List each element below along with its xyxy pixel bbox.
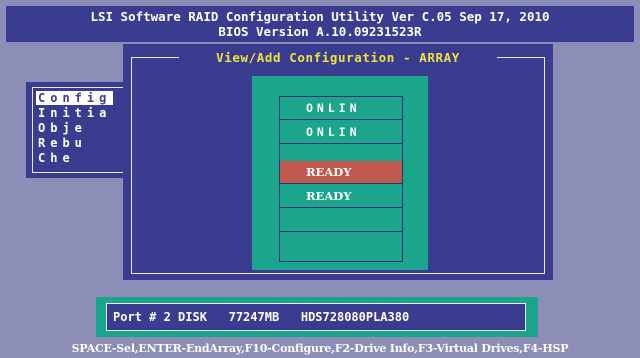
drive-slot-5[interactable] xyxy=(280,209,402,232)
main-menu: Config Initia Obje Rebu Che xyxy=(26,82,138,178)
drive-slot-1[interactable]: ONLIN xyxy=(280,97,402,120)
bios-version: BIOS Version A.10.09231523R xyxy=(218,24,422,39)
drive-slot-6[interactable] xyxy=(280,233,402,256)
utility-title: LSI Software RAID Configuration Utility … xyxy=(90,9,550,24)
drive-info-box: Port # 2 DISK 77247MB HDS728080PLA380 xyxy=(96,297,538,337)
key-hints-footer: SPACE-Sel,ENTER-EndArray,F10-Configure,F… xyxy=(71,342,569,355)
menu-item-configure[interactable]: Config xyxy=(36,91,114,105)
drive-slot-2[interactable]: ONLIN xyxy=(280,121,402,144)
drive-slot-4[interactable]: READY xyxy=(280,185,402,208)
drive-slot-list: ONLIN ONLIN READY READY xyxy=(279,96,403,262)
drive-info-text: Port # 2 DISK 77247MB HDS728080PLA380 xyxy=(106,303,526,331)
utility-header: LSI Software RAID Configuration Utility … xyxy=(6,6,634,42)
bios-screen: LSI Software RAID Configuration Utility … xyxy=(0,0,640,358)
drive-slot-3-selected[interactable]: READY xyxy=(280,161,402,184)
menu-item-check-consistency[interactable]: Che xyxy=(38,151,75,165)
menu-item-rebuild[interactable]: Rebu xyxy=(38,136,87,150)
dialog-title: View/Add Configuration - ARRAY xyxy=(216,50,460,65)
menu-item-objects[interactable]: Obje xyxy=(38,121,87,135)
menu-item-initialize[interactable]: Initia xyxy=(38,106,111,120)
